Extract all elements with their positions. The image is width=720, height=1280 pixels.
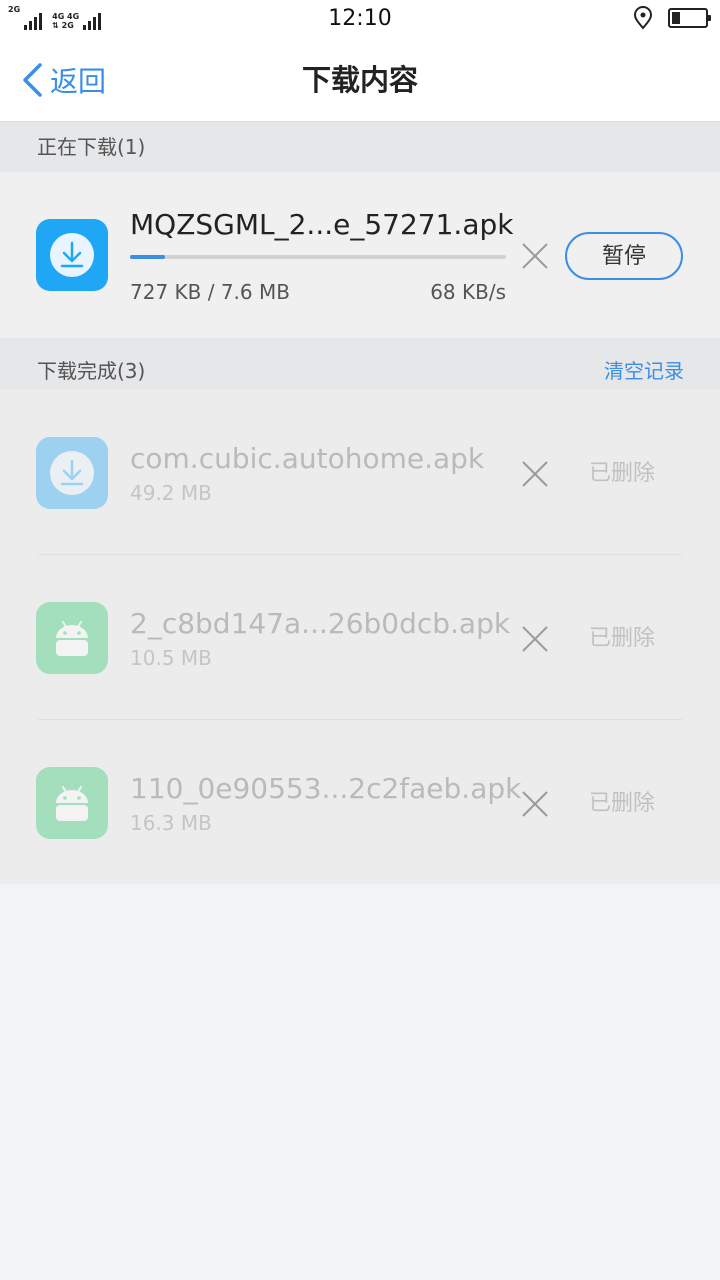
- download-icon: [36, 437, 108, 509]
- deleted-status: 已删除: [589, 791, 656, 816]
- nav-bar: 返回 下载内容: [0, 40, 720, 122]
- downloading-item: MQZSGML_2...e_57271.apk 727 KB / 7.6 MB …: [0, 172, 720, 338]
- file-name: 2_c8bd147a...26b0dcb.apk: [130, 607, 511, 640]
- status-bar: 2G 4G 4G ⇅ 2G 12:10: [0, 0, 720, 40]
- file-size: 16.3 MB: [130, 811, 212, 835]
- download-icon: [36, 219, 108, 291]
- battery-icon: [668, 8, 711, 28]
- status-time: 12:10: [328, 6, 392, 31]
- download-speed: 68 KB/s: [430, 280, 506, 304]
- file-size: 10.5 MB: [130, 646, 212, 670]
- remove-record-close-icon[interactable]: [517, 621, 553, 657]
- completed-list: com.cubic.autohome.apk 49.2 MB 已删除 2_c8b…: [0, 390, 720, 884]
- pause-button[interactable]: 暂停: [565, 232, 683, 280]
- completed-section-header: 下载完成(3) 清空记录: [0, 338, 720, 390]
- remove-record-close-icon[interactable]: [517, 456, 553, 492]
- deleted-status: 已删除: [589, 626, 656, 651]
- downloading-section-title: 正在下载(1): [37, 135, 146, 159]
- android-icon: [36, 767, 108, 839]
- download-progress-text: 727 KB / 7.6 MB: [130, 280, 290, 304]
- file-size: 49.2 MB: [130, 481, 212, 505]
- downloading-file-name: MQZSGML_2...e_57271.apk: [130, 208, 514, 241]
- android-icon: [36, 602, 108, 674]
- download-progress-bar: [130, 255, 506, 259]
- downloading-section-header: 正在下载(1): [0, 122, 720, 172]
- list-item[interactable]: com.cubic.autohome.apk 49.2 MB 已删除: [0, 390, 720, 555]
- cancel-download-close-icon[interactable]: [517, 238, 553, 274]
- page-title: 下载内容: [301, 63, 418, 97]
- list-item[interactable]: 2_c8bd147a...26b0dcb.apk 10.5 MB 已删除: [0, 555, 720, 720]
- remove-record-close-icon[interactable]: [517, 786, 553, 822]
- file-name: 110_0e90553...2c2faeb.apk: [130, 772, 522, 805]
- location-icon: [633, 6, 653, 30]
- file-name: com.cubic.autohome.apk: [130, 442, 485, 475]
- status-right-icons: [632, 6, 711, 30]
- list-item[interactable]: 110_0e90553...2c2faeb.apk 16.3 MB 已删除: [0, 720, 720, 885]
- download-progress-fill: [130, 255, 166, 259]
- deleted-status: 已删除: [589, 461, 656, 486]
